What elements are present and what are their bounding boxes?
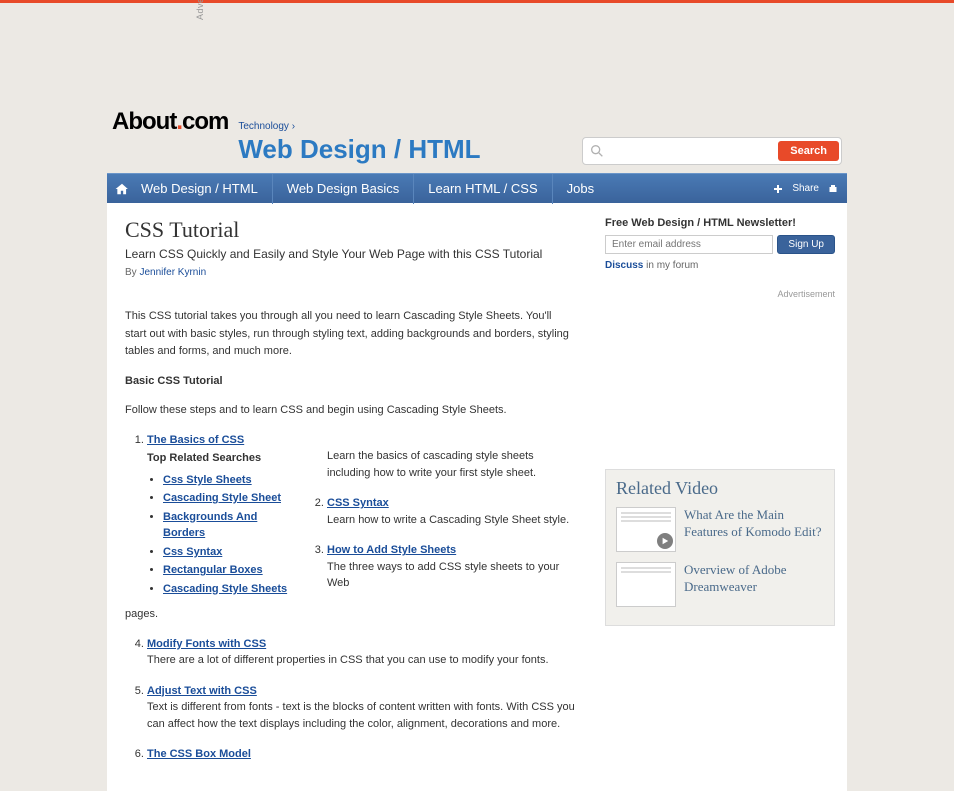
share-label[interactable]: Share — [792, 183, 819, 194]
site-title[interactable]: Web Design / HTML — [238, 134, 480, 165]
pages-text: pages. — [125, 606, 575, 624]
video-item[interactable]: Overview of Adobe Dreamweaver — [616, 562, 824, 607]
video-thumbnail — [616, 507, 676, 552]
video-title[interactable]: Overview of Adobe Dreamweaver — [684, 562, 824, 596]
related-search-link[interactable]: Css Style Sheets — [163, 474, 252, 486]
main-nav: Web Design / HTML Web Design Basics Lear… — [107, 173, 847, 203]
signup-button[interactable]: Sign Up — [777, 235, 835, 254]
section-heading: Basic CSS Tutorial — [125, 375, 223, 387]
print-icon[interactable] — [827, 183, 839, 195]
tutorial-desc: There are a lot of different properties … — [147, 654, 549, 666]
share-plus-icon[interactable] — [772, 183, 784, 195]
byline: By Jennifer Kyrnin — [125, 267, 575, 278]
video-thumbnail — [616, 562, 676, 607]
related-search-link[interactable]: Rectangular Boxes — [163, 564, 263, 576]
play-icon — [657, 533, 673, 549]
follow-text: Follow these steps and to learn CSS and … — [125, 402, 575, 420]
home-icon[interactable] — [115, 182, 129, 196]
email-field[interactable] — [605, 235, 773, 254]
nav-item-basics[interactable]: Web Design Basics — [272, 174, 413, 204]
tutorial-link[interactable]: How to Add Style Sheets — [327, 544, 456, 556]
search-button[interactable]: Search — [778, 141, 839, 161]
nav-item-learn[interactable]: Learn HTML / CSS — [413, 174, 551, 204]
newsletter-title: Free Web Design / HTML Newsletter! — [605, 217, 835, 229]
related-search-link[interactable]: Cascading Style Sheet — [163, 492, 281, 504]
related-search-link[interactable]: Css Syntax — [163, 546, 222, 558]
right-ad-label: Advertisement — [605, 289, 835, 299]
nav-item-webdesign[interactable]: Web Design / HTML — [137, 174, 272, 204]
discuss-suffix: in my forum — [643, 260, 698, 271]
logo-section: About.com Technology › Web Design / HTML — [112, 108, 481, 165]
related-searches-heading: Top Related Searches — [147, 450, 302, 468]
tutorial-item: The CSS Box Model — [147, 746, 575, 763]
tutorial-list: Top Related Searches Css Style Sheets Ca… — [147, 432, 575, 763]
tutorial-link[interactable]: The Basics of CSS — [147, 434, 244, 446]
nav-item-jobs[interactable]: Jobs — [552, 174, 608, 204]
logo-text-2: com — [182, 108, 228, 135]
page-subtitle: Learn CSS Quickly and Easily and Style Y… — [125, 247, 575, 261]
byline-prefix: By — [125, 267, 139, 278]
advertisement-label: Advertisement — [195, 0, 205, 20]
tutorial-item: How to Add Style Sheets The three ways t… — [327, 542, 575, 592]
video-item[interactable]: What Are the Main Features of Komodo Edi… — [616, 507, 824, 552]
discuss-link[interactable]: Discuss — [605, 260, 643, 271]
search-input[interactable] — [609, 140, 778, 162]
tutorial-desc: The three ways to add CSS style sheets t… — [327, 561, 559, 590]
search-box: Search — [582, 137, 842, 165]
tutorial-desc: Text is different from fonts - text is t… — [147, 701, 575, 730]
tutorial-link[interactable]: CSS Syntax — [327, 497, 389, 509]
related-searches-box: Top Related Searches Css Style Sheets Ca… — [147, 450, 302, 599]
related-video-box: Related Video What Are the Main Features… — [605, 469, 835, 626]
intro-paragraph: This CSS tutorial takes you through all … — [125, 308, 575, 361]
logo-text-1: About — [112, 108, 176, 135]
tutorial-item: Adjust Text with CSS Text is different f… — [147, 683, 575, 733]
site-logo[interactable]: About.com — [112, 108, 228, 135]
author-link[interactable]: Jennifer Kyrnin — [139, 267, 206, 278]
tutorial-desc: Learn the basics of cascading style shee… — [327, 448, 575, 481]
breadcrumb[interactable]: Technology › — [238, 121, 480, 132]
related-video-heading: Related Video — [616, 478, 824, 499]
related-search-link[interactable]: Backgrounds And Borders — [163, 511, 257, 540]
tutorial-link[interactable]: The CSS Box Model — [147, 748, 251, 760]
page-title: CSS Tutorial — [125, 217, 575, 243]
tutorial-item: CSS Syntax Learn how to write a Cascadin… — [327, 495, 575, 528]
tutorial-link[interactable]: Modify Fonts with CSS — [147, 638, 266, 650]
discuss-row: Discuss in my forum — [605, 260, 835, 271]
related-search-link[interactable]: Cascading Style Sheets — [163, 583, 287, 595]
search-icon — [589, 143, 605, 159]
tutorial-item: Modify Fonts with CSS There are a lot of… — [147, 636, 575, 669]
tutorial-desc: Learn how to write a Cascading Style She… — [327, 514, 569, 526]
tutorial-link[interactable]: Adjust Text with CSS — [147, 685, 257, 697]
video-title[interactable]: What Are the Main Features of Komodo Edi… — [684, 507, 824, 541]
